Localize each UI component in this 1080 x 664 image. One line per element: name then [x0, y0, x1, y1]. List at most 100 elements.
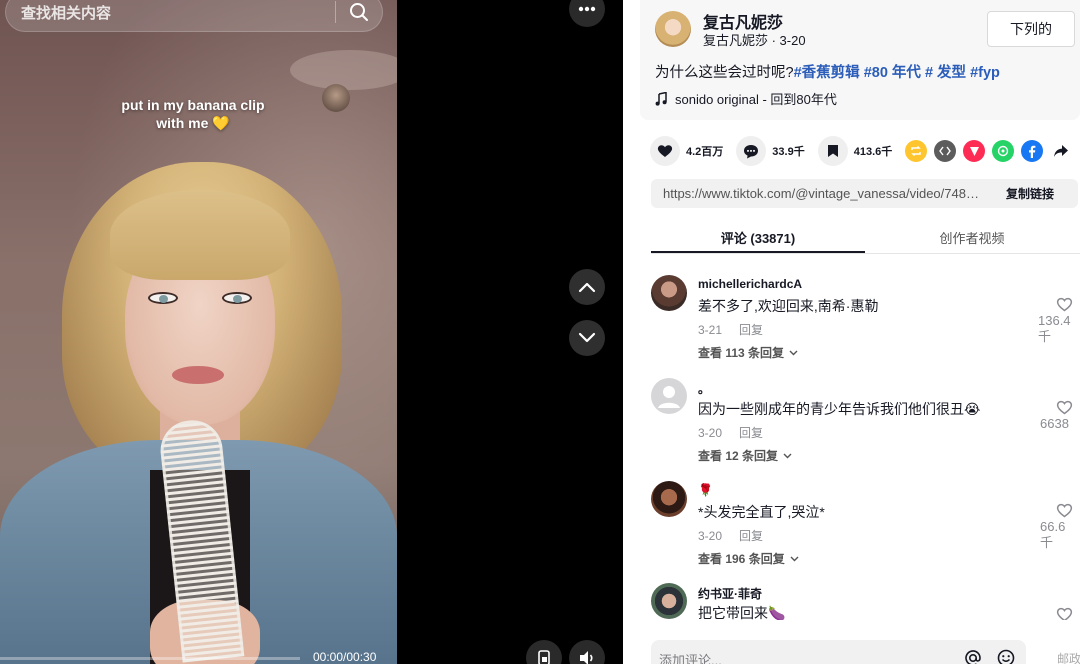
- repost-icon[interactable]: [905, 140, 928, 162]
- view-replies-label: 查看 12 条回复: [698, 449, 779, 463]
- comment-like-count: 6638: [1040, 416, 1069, 431]
- comment-like[interactable]: 6638: [1040, 400, 1080, 432]
- emoji-icon[interactable]: [997, 649, 1015, 664]
- hashtag-link[interactable]: #fyp: [970, 65, 1000, 81]
- comment-text: 差不多了,欢迎回来,南希·惠勒: [698, 298, 879, 314]
- comment-count: 33.9千: [772, 146, 805, 158]
- save-count: 413.6千: [853, 146, 893, 158]
- comment-input[interactable]: 添加评论...: [659, 650, 722, 664]
- heart-outline-icon: [1056, 297, 1073, 312]
- commenter-name[interactable]: michellerichardcA: [698, 277, 802, 291]
- panel-tabs: 评论 (33871) 创作者视频: [651, 218, 1080, 254]
- reply-button[interactable]: 回复: [739, 529, 763, 543]
- commenter-name[interactable]: 🌹: [698, 483, 713, 497]
- send-icon[interactable]: [963, 140, 986, 162]
- like-action[interactable]: 4.2百万: [650, 136, 723, 166]
- heart-outline-icon: [1056, 400, 1073, 415]
- share-arrow-icon[interactable]: [1050, 140, 1072, 162]
- hashtag-link[interactable]: #80 年代: [864, 65, 921, 81]
- reply-button[interactable]: 回复: [739, 323, 763, 337]
- search-button[interactable]: [336, 0, 382, 32]
- copy-link-button[interactable]: 复制链接: [982, 185, 1078, 202]
- comment-text: 因为一些刚成年的青少年告诉我们他们很丑😭: [698, 401, 981, 417]
- comment-action[interactable]: 33.9千: [736, 136, 805, 166]
- hashtag-link[interactable]: #香蕉剪辑: [794, 65, 860, 81]
- description-text: 为什么这些会过时呢?: [655, 65, 794, 81]
- commenter-name[interactable]: 。: [698, 380, 710, 397]
- reply-button[interactable]: 回复: [739, 426, 763, 440]
- next-video-button[interactable]: [569, 320, 605, 356]
- author-avatar[interactable]: [655, 11, 691, 47]
- chevron-down-icon: [789, 350, 798, 355]
- music-label: sonido original - 回到80年代: [675, 92, 837, 107]
- mention-icon[interactable]: [964, 649, 982, 664]
- volume-icon: [580, 651, 593, 664]
- video-url[interactable]: https://www.tiktok.com/@vintage_vanessa/…: [651, 186, 982, 201]
- video-caption: put in my banana clip with me 💛: [98, 96, 288, 132]
- embed-icon[interactable]: [934, 140, 957, 162]
- chevron-up-icon: [578, 282, 596, 293]
- author-handle-date: 复古凡妮莎 · 3-20: [703, 33, 806, 48]
- whatsapp-icon[interactable]: [992, 140, 1015, 162]
- commenter-avatar[interactable]: [651, 583, 687, 619]
- chevron-down-icon: [790, 556, 799, 561]
- video-caption-line2: with me 💛: [156, 115, 230, 131]
- picture-in-picture-button[interactable]: [526, 640, 562, 664]
- bookmark-icon: [827, 145, 838, 157]
- video-progress-bar[interactable]: [0, 657, 300, 660]
- video-info-card: 复古凡妮莎 复古凡妮莎 · 3-20 下列的 为什么这些会过时呢?#香蕉剪辑 #…: [640, 0, 1080, 120]
- view-replies-button[interactable]: 查看 196 条回复: [698, 550, 799, 567]
- post-comment-button[interactable]: 邮政: [1057, 650, 1080, 664]
- commenter-avatar[interactable]: [651, 378, 687, 414]
- more-options-button[interactable]: [569, 0, 605, 27]
- comment-meta: 3-21 回复: [698, 321, 763, 338]
- commenter-avatar[interactable]: [651, 275, 687, 311]
- heart-icon: [657, 145, 673, 157]
- commenter-avatar[interactable]: [651, 481, 687, 517]
- facebook-icon[interactable]: [1021, 140, 1044, 162]
- comment-text: 把它带回来🍆: [698, 605, 786, 620]
- comment-like-count: 136.4 千: [1038, 313, 1071, 344]
- view-replies-label: 查看 113 条回复: [698, 346, 785, 360]
- video-caption-line1: put in my banana clip: [121, 97, 265, 113]
- video-subject-eye-left: [148, 292, 178, 304]
- heart-outline-icon: [1056, 607, 1073, 620]
- comment-button[interactable]: [736, 136, 767, 166]
- search-input[interactable]: 查找相关内容: [6, 2, 335, 23]
- view-replies-button[interactable]: 查看 113 条回复: [698, 344, 798, 361]
- volume-button[interactable]: [569, 640, 605, 664]
- comment-like[interactable]: 66.6 千: [1040, 503, 1080, 551]
- heart-outline-icon: [1056, 503, 1073, 518]
- video-player[interactable]: put in my banana clip with me 💛 查找相关内容 0…: [0, 0, 397, 664]
- details-panel: 复古凡妮莎 复古凡妮莎 · 3-20 下列的 为什么这些会过时呢?#香蕉剪辑 #…: [623, 0, 1080, 664]
- comment-input-box[interactable]: 添加评论...: [651, 640, 1026, 664]
- music-link[interactable]: sonido original - 回到80年代: [655, 89, 837, 108]
- tiktok-video-page: put in my banana clip with me 💛 查找相关内容 0…: [0, 0, 1080, 664]
- video-subject-lips: [172, 366, 224, 384]
- video-subject-eye-right: [222, 292, 252, 304]
- save-button[interactable]: [817, 136, 848, 166]
- video-subject-bangs: [110, 190, 290, 280]
- search-bar[interactable]: 查找相关内容: [5, 0, 383, 32]
- chevron-down-icon: [783, 453, 792, 458]
- comment-date: 3-20: [698, 426, 723, 440]
- music-note-icon: [655, 91, 667, 106]
- pip-icon: [538, 650, 550, 664]
- tab-comments[interactable]: 评论 (33871): [651, 218, 865, 253]
- comment-icon: [744, 144, 759, 158]
- follow-button[interactable]: 下列的: [987, 11, 1075, 47]
- save-action[interactable]: 413.6千: [817, 136, 893, 166]
- comment-like-count: 66.6 千: [1040, 519, 1066, 550]
- commenter-name[interactable]: 约书亚·菲奇: [698, 585, 762, 602]
- chevron-down-icon: [578, 332, 596, 343]
- view-replies-button[interactable]: 查看 12 条回复: [698, 447, 792, 464]
- comment-like[interactable]: 136.4 千: [1038, 297, 1080, 345]
- hashtag-link[interactable]: # 发型: [925, 65, 966, 81]
- previous-video-button[interactable]: [569, 269, 605, 305]
- view-replies-label: 查看 196 条回复: [698, 552, 785, 566]
- comment-like[interactable]: [1043, 607, 1080, 620]
- like-button[interactable]: [650, 136, 680, 166]
- comment-text: *头发完全直了,哭泣*: [698, 504, 825, 520]
- tab-creator-videos[interactable]: 创作者视频: [865, 218, 1079, 253]
- comment-date: 3-20: [698, 529, 723, 543]
